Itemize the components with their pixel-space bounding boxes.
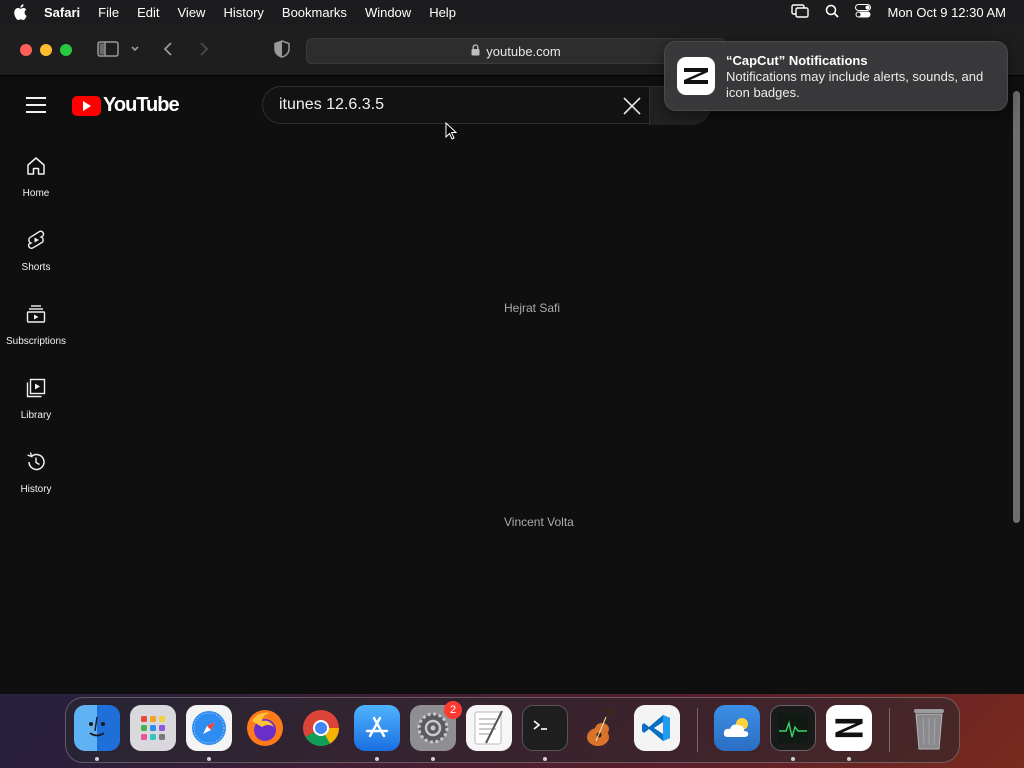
youtube-logo[interactable]: YouTube: [72, 94, 180, 117]
menu-history[interactable]: History: [214, 5, 272, 20]
page-scrollbar[interactable]: [1010, 77, 1024, 694]
app-store-icon[interactable]: [354, 705, 400, 751]
window-close-button[interactable]: [20, 44, 32, 56]
apple-menu-icon[interactable]: [0, 4, 40, 20]
library-icon: [25, 377, 47, 404]
guide-item-library[interactable]: Library: [0, 369, 72, 443]
subscriptions-icon: [25, 303, 47, 330]
window-zoom-button[interactable]: [60, 44, 72, 56]
garageband-icon[interactable]: [578, 705, 624, 751]
textedit-icon[interactable]: [466, 705, 512, 751]
menu-edit[interactable]: Edit: [128, 5, 168, 20]
guide-item-subscriptions[interactable]: Subscriptions: [0, 295, 72, 369]
launchpad-icon[interactable]: [130, 705, 176, 751]
guide-item-shorts[interactable]: Shorts: [0, 221, 72, 295]
notification-title: “CapCut” Notifications: [726, 53, 868, 68]
clear-search-icon[interactable]: [621, 95, 643, 117]
vscode-icon[interactable]: [634, 705, 680, 751]
capcut-icon: [677, 57, 715, 95]
chrome-icon[interactable]: [298, 705, 344, 751]
home-icon: [25, 155, 47, 182]
running-indicator: [431, 757, 435, 761]
guide-label-shorts: Shorts: [21, 262, 51, 273]
running-indicator: [207, 757, 211, 761]
firefox-icon[interactable]: [242, 705, 288, 751]
capcut-icon[interactable]: [826, 705, 872, 751]
chevron-down-icon[interactable]: [130, 40, 140, 58]
window-minimize-button[interactable]: [40, 44, 52, 56]
result-channel-name[interactable]: Vincent Volta: [504, 515, 574, 529]
guide-label-subscriptions: Subscriptions: [5, 336, 67, 347]
history-icon: [25, 451, 47, 478]
activity-monitor-icon[interactable]: [770, 705, 816, 751]
menu-hamburger-icon[interactable]: [26, 97, 46, 113]
menu-bar-clock[interactable]: Mon Oct 9 12:30 AM: [887, 5, 1006, 20]
search-input[interactable]: [279, 96, 579, 114]
back-button[interactable]: [162, 40, 174, 58]
finder-icon[interactable]: [74, 705, 120, 751]
safari-icon[interactable]: [186, 705, 232, 751]
dock: 2: [65, 697, 960, 763]
spotlight-search-icon[interactable]: [825, 4, 840, 21]
guide-label-home: Home: [22, 188, 50, 199]
forward-button[interactable]: [198, 40, 210, 58]
notification-body: Notifications may include alerts, sounds…: [726, 69, 984, 100]
youtube-play-icon: [72, 95, 101, 116]
menu-file[interactable]: File: [89, 5, 128, 20]
capcut-notification[interactable]: “CapCut” Notifications Notifications may…: [664, 41, 1008, 111]
running-indicator: [95, 757, 99, 761]
running-indicator: [847, 757, 851, 761]
menu-window[interactable]: Window: [356, 5, 420, 20]
privacy-shield-icon[interactable]: [274, 40, 290, 58]
running-indicator: [543, 757, 547, 761]
menu-help[interactable]: Help: [420, 5, 465, 20]
menu-view[interactable]: View: [169, 5, 215, 20]
running-indicator: [375, 757, 379, 761]
result-channel-name[interactable]: Hejrat Safi: [504, 301, 560, 315]
url-text: youtube.com: [486, 43, 561, 59]
menu-app-name[interactable]: Safari: [40, 5, 89, 20]
lock-icon: [471, 43, 480, 59]
youtube-page: YouTube Home: [0, 77, 1024, 694]
search-box: [262, 86, 711, 125]
weather-icon[interactable]: [714, 705, 760, 751]
dock-separator: [697, 708, 698, 752]
terminal-icon[interactable]: [522, 705, 568, 751]
mouse-cursor-icon: [445, 121, 458, 145]
menu-bar: Safari File Edit View History Bookmarks …: [0, 0, 1024, 24]
scrollbar-thumb[interactable]: [1013, 91, 1020, 523]
dock-separator: [889, 708, 890, 752]
control-center-icon[interactable]: [855, 3, 872, 21]
shorts-icon: [25, 229, 47, 256]
sidebar-toggle-icon[interactable]: [97, 40, 119, 58]
guide-label-library: Library: [20, 410, 52, 421]
youtube-wordmark: YouTube: [103, 94, 180, 116]
safari-window: youtube.com YouTube itunes 12.6.3.5 Home…: [0, 24, 1024, 694]
trash-icon[interactable]: [906, 705, 952, 751]
running-indicator: [791, 757, 795, 761]
guide-item-home[interactable]: Home: [0, 147, 72, 221]
screen-mirroring-icon[interactable]: [791, 3, 810, 21]
notification-badge: 2: [444, 701, 462, 719]
address-bar[interactable]: youtube.com: [306, 38, 726, 64]
youtube-guide-sidebar: Home Shorts Subscriptions Library Histor…: [0, 147, 72, 517]
guide-item-history[interactable]: History: [0, 443, 72, 517]
guide-label-history: History: [20, 484, 52, 495]
menu-bookmarks[interactable]: Bookmarks: [273, 5, 356, 20]
settings-icon[interactable]: 2: [410, 701, 462, 751]
